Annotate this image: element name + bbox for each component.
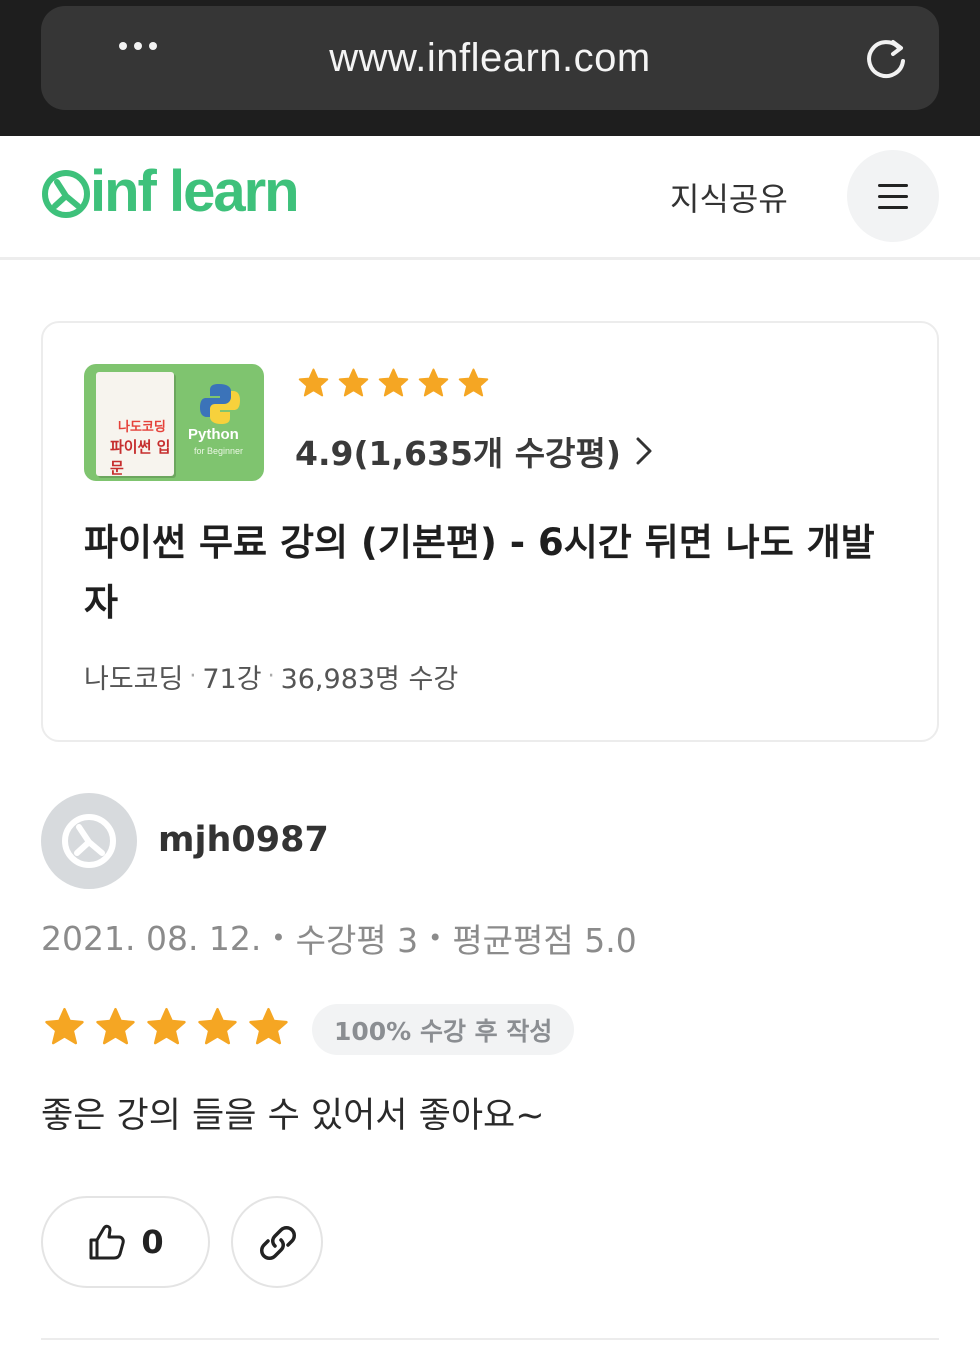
default-avatar-icon <box>62 814 116 868</box>
book-cover-image: 나도코딩 파이썬 입문 <box>96 372 174 477</box>
chevron-right-icon <box>636 437 652 465</box>
like-count: 0 <box>141 1223 164 1261</box>
star-icon <box>96 1007 135 1045</box>
link-icon <box>260 1226 296 1260</box>
reload-icon[interactable] <box>861 34 911 84</box>
thumbnail-subtitle: for Beginner <box>194 446 244 456</box>
course-title[interactable]: 파이썬 무료 강의 (기본편) - 6시간 뒤면 나도 개발자 <box>84 513 894 633</box>
review-meta: 2021. 08. 12. • 수강평 3 • 평균평점 5.0 <box>41 914 637 962</box>
review-body: 좋은 강의 들을 수 있어서 좋아요~ <box>41 1096 545 1136</box>
avatar[interactable] <box>41 793 137 889</box>
book-cover-line1: 나도코딩 <box>118 420 166 435</box>
nav-knowledge-share[interactable]: 지식공유 <box>670 174 788 220</box>
meta-dot: • <box>271 924 286 952</box>
site-header: inf learn 지식공유 <box>0 136 980 260</box>
star-icon <box>147 1007 186 1045</box>
course-card[interactable]: 나도코딩 파이썬 입문 Python for Beginner 4.9(1,63… <box>41 321 939 742</box>
average-rating: 평균평점 5.0 <box>452 921 637 960</box>
star-icon <box>458 368 489 397</box>
review-star-rating <box>43 1006 290 1049</box>
rating-summary: 4.9(1,635개 수강평) <box>295 434 621 473</box>
course-thumbnail[interactable]: 나도코딩 파이썬 입문 Python for Beginner <box>84 364 264 481</box>
thumbnail-title: Python <box>188 426 239 443</box>
address-bar[interactable]: www.inflearn.com <box>41 6 939 110</box>
thumbs-up-icon <box>89 1224 126 1260</box>
inflearn-logo-icon <box>42 170 90 218</box>
like-button[interactable]: 0 <box>41 1196 210 1288</box>
copy-link-button[interactable] <box>231 1196 323 1288</box>
divider <box>41 1338 939 1340</box>
inflearn-logo[interactable]: inf learn <box>40 159 300 224</box>
star-icon <box>418 368 449 397</box>
star-icon <box>249 1007 288 1045</box>
review-count: 수강평 3 <box>295 921 419 960</box>
url-text[interactable]: www.inflearn.com <box>41 36 939 81</box>
course-meta: 나도코딩 · 71강 · 36,983명 수강 <box>84 657 458 696</box>
rating-summary-link[interactable]: 4.9(1,635개 수강평) <box>295 427 653 475</box>
course-lectures: 71강 <box>202 664 262 695</box>
browser-chrome: www.inflearn.com <box>0 0 980 136</box>
python-logo-icon <box>200 384 240 424</box>
logo-text: inf learn <box>90 158 300 224</box>
star-icon <box>45 1007 84 1045</box>
course-students: 36,983명 수강 <box>280 664 459 695</box>
menu-button[interactable] <box>847 150 939 242</box>
star-icon <box>198 1007 237 1045</box>
meta-separator: · <box>189 664 197 689</box>
star-icon <box>338 368 369 397</box>
review-date: 2021. 08. 12. <box>41 918 262 958</box>
completion-badge: 100% 수강 후 작성 <box>312 1004 575 1055</box>
course-star-rating <box>297 367 490 400</box>
star-icon <box>378 368 409 397</box>
review-username[interactable]: mjh0987 <box>158 820 329 860</box>
meta-dot: • <box>428 924 443 952</box>
book-cover-line2: 파이썬 입문 <box>110 438 171 477</box>
meta-separator: · <box>267 664 275 689</box>
hamburger-icon <box>878 184 908 217</box>
star-icon <box>298 368 329 397</box>
course-author[interactable]: 나도코딩 <box>84 657 183 696</box>
